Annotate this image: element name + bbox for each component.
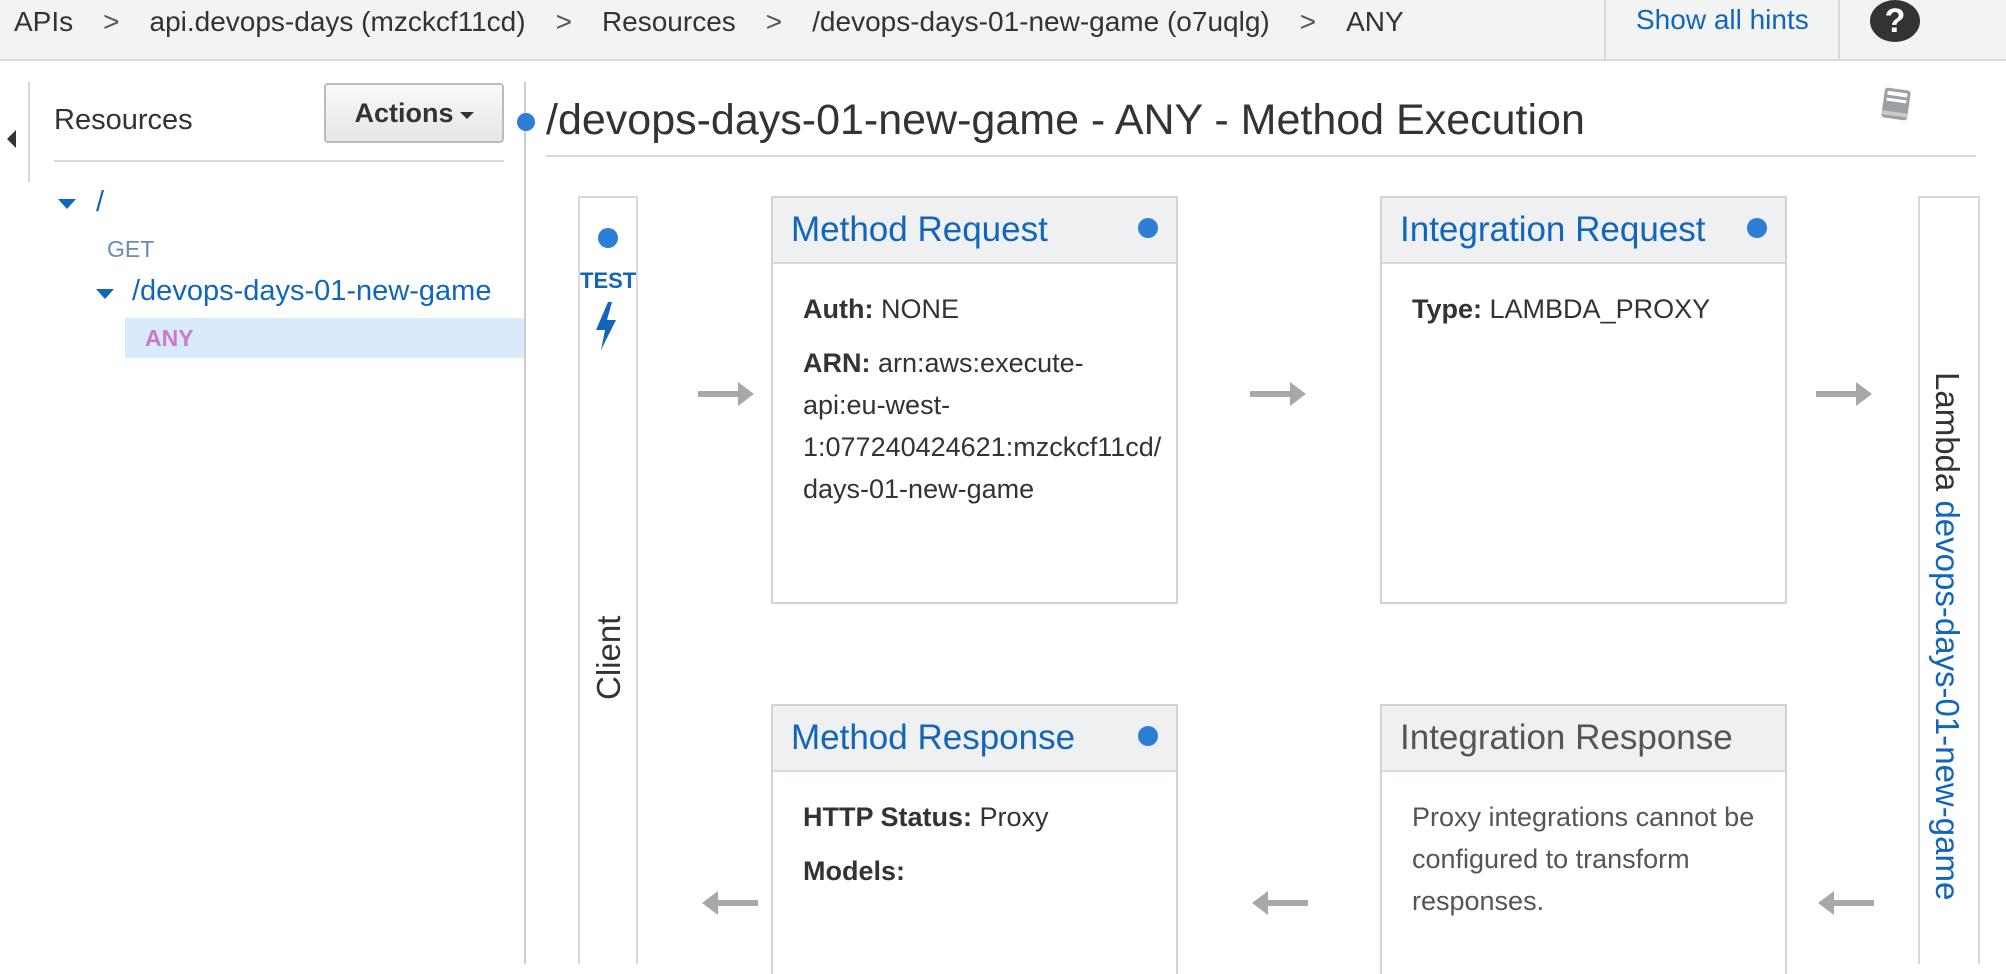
- top-bar: APIs > api.devops-days (mzckcf11cd) > Re…: [0, 0, 2006, 61]
- type-row: Type: LAMBDA_PROXY: [1412, 288, 1785, 330]
- page-title: /devops-days-01-new-game - ANY - Method …: [546, 96, 1585, 144]
- breadcrumb-api[interactable]: api.devops-days (mzckcf11cd): [150, 6, 526, 38]
- breadcrumb-separator: >: [1299, 6, 1317, 37]
- client-label: Client: [590, 615, 627, 700]
- breadcrumb-resources[interactable]: Resources: [602, 6, 736, 38]
- hints-container: Show all hints: [1604, 0, 1840, 59]
- method-request-box: Method Request Auth: NONE ARN: arn:aws:e…: [771, 196, 1178, 604]
- expand-toggle-icon[interactable]: [58, 199, 76, 209]
- tree-item-root[interactable]: /: [96, 186, 104, 219]
- breadcrumb-separator: >: [103, 6, 120, 37]
- breadcrumb: APIs > api.devops-days (mzckcf11cd) > Re…: [14, 0, 1404, 44]
- method-response-box: Method Response HTTP Status: Proxy Model…: [771, 704, 1178, 974]
- breadcrumb-apis[interactable]: APIs: [14, 6, 73, 38]
- expand-toggle-icon[interactable]: [96, 289, 114, 299]
- arrow-right-icon: [1250, 382, 1306, 406]
- models-label: Models:: [803, 856, 906, 886]
- models-row: Models:: [803, 850, 1176, 892]
- method-request-header: Method Request: [773, 198, 1176, 264]
- arn-value-line: arn:aws:execute-: [878, 348, 1084, 378]
- hint-dot-icon[interactable]: [1138, 218, 1158, 238]
- type-label: Type:: [1412, 294, 1483, 324]
- collapse-panel-button[interactable]: [0, 82, 30, 182]
- proxy-note: Proxy integrations cannot be configured …: [1412, 802, 1755, 916]
- show-all-hints-link[interactable]: Show all hints: [1636, 4, 1809, 36]
- book-icon[interactable]: [1876, 84, 1916, 124]
- tree-method-any: ANY: [145, 325, 194, 351]
- integration-response-box: Integration Response Proxy integrations …: [1380, 704, 1787, 974]
- actions-button[interactable]: Actions: [324, 83, 504, 143]
- tree-method-get[interactable]: GET: [107, 236, 154, 263]
- lambda-word: Lambda: [1929, 372, 1966, 492]
- help-icon[interactable]: ?: [1870, 0, 1920, 42]
- arrow-left-icon: [702, 891, 758, 915]
- hint-dot-icon[interactable]: [517, 113, 535, 131]
- resources-title: Resources: [54, 104, 193, 136]
- integration-request-header: Integration Request: [1382, 198, 1785, 264]
- divider: [546, 155, 1976, 157]
- arrow-left-icon: [1818, 891, 1874, 915]
- tree-item-new-game[interactable]: /devops-days-01-new-game: [132, 275, 491, 308]
- http-status-label: HTTP Status:: [803, 802, 973, 832]
- arn-label: ARN:: [803, 348, 871, 378]
- lambda-label: Lambda devops-days-01-new-game: [1928, 372, 1966, 900]
- method-response-link[interactable]: Method Response: [791, 718, 1075, 758]
- auth-value: NONE: [880, 294, 959, 324]
- divider: [54, 160, 504, 162]
- arrow-right-icon: [1816, 382, 1872, 406]
- http-status-row: HTTP Status: Proxy: [803, 796, 1176, 838]
- type-value: LAMBDA_PROXY: [1489, 294, 1711, 324]
- hint-dot-icon[interactable]: [1747, 218, 1767, 238]
- arrow-left-icon: [1252, 891, 1308, 915]
- auth-label: Auth:: [803, 294, 874, 324]
- hint-dot-icon[interactable]: [1138, 726, 1158, 746]
- panel-divider[interactable]: [524, 82, 526, 964]
- lightning-bolt-icon[interactable]: [592, 300, 620, 352]
- integration-response-header: Integration Response: [1382, 706, 1785, 772]
- actions-label: Actions: [354, 97, 454, 128]
- breadcrumb-resource[interactable]: /devops-days-01-new-game (o7uqlg): [812, 6, 1270, 38]
- arn-value-line: 1:077240424621:mzckcf11cd/: [803, 432, 1162, 462]
- breadcrumb-separator: >: [765, 6, 783, 37]
- breadcrumb-separator: >: [555, 6, 572, 37]
- test-button[interactable]: TEST: [580, 268, 636, 294]
- http-status-value: Proxy: [979, 802, 1049, 832]
- method-request-link[interactable]: Method Request: [791, 210, 1048, 250]
- hint-dot-icon[interactable]: [598, 228, 618, 248]
- arn-value-line: api:eu-west-: [803, 390, 951, 420]
- caret-down-icon: [459, 111, 474, 119]
- arn-row: ARN: arn:aws:execute- api:eu-west- 1:077…: [803, 342, 1176, 510]
- tree-method-any-selected[interactable]: ANY: [125, 318, 524, 358]
- arrow-right-icon: [698, 382, 754, 406]
- integration-response-title: Integration Response: [1400, 718, 1733, 757]
- breadcrumb-method: ANY: [1346, 6, 1404, 37]
- chevron-left-icon: [7, 130, 16, 148]
- arn-value-line: days-01-new-game: [803, 474, 1035, 504]
- integration-request-box: Integration Request Type: LAMBDA_PROXY: [1380, 196, 1787, 604]
- method-response-header: Method Response: [773, 706, 1176, 772]
- integration-request-link[interactable]: Integration Request: [1400, 210, 1705, 250]
- lambda-function-link[interactable]: devops-days-01-new-game: [1929, 500, 1966, 900]
- auth-row: Auth: NONE: [803, 288, 1176, 330]
